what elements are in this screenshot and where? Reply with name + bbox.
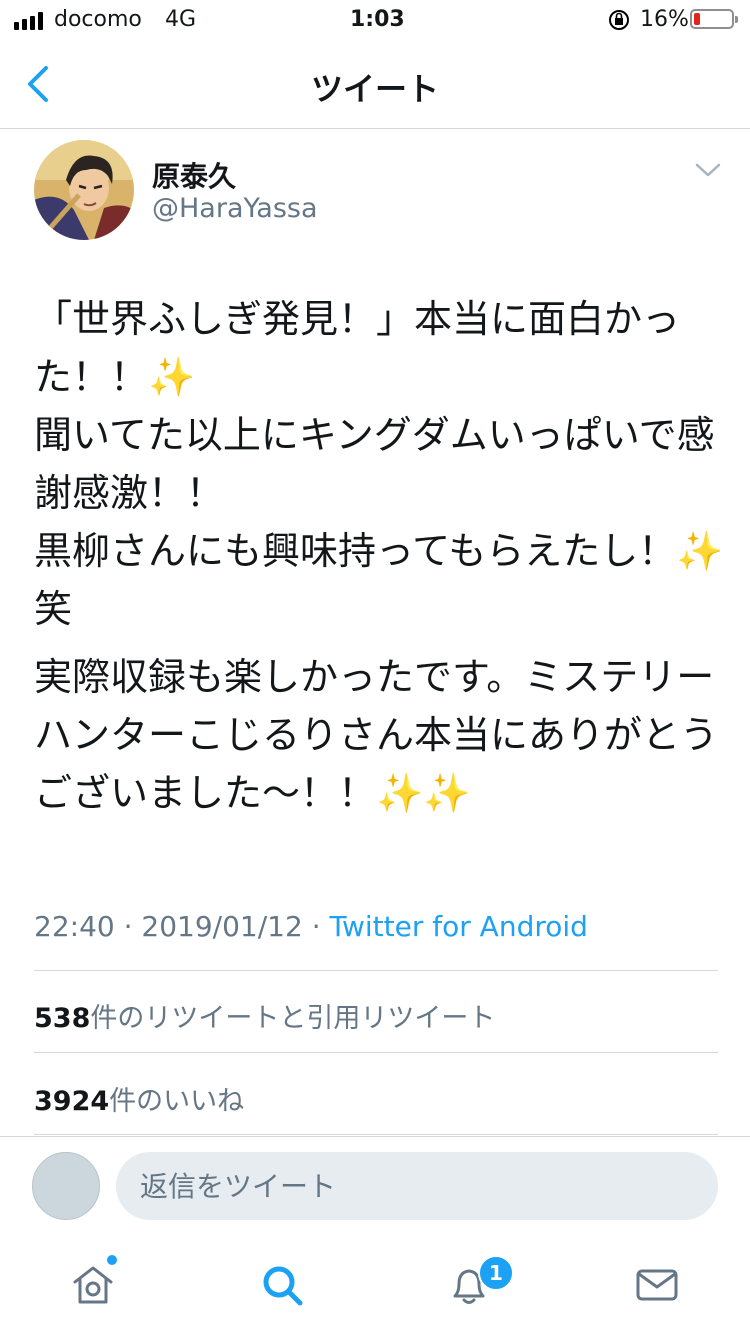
page-title: ツイート (310, 70, 439, 108)
avatar-illustration (34, 140, 134, 240)
author-display-name[interactable]: 原泰久 (152, 155, 236, 195)
likes-count: 3924 (34, 1086, 110, 1117)
retweets-stat[interactable]: 538件のリツイートと引用リツイート (34, 996, 495, 1035)
tweet-text: 「世界ふしぎ発見！」本当に面白かった！！✨ 聞いてた以上にキングダムいっぱいで感… (34, 290, 724, 822)
notification-badge: 1 (478, 1255, 514, 1291)
likes-label: 件のいいね (109, 1086, 245, 1117)
author-handle[interactable]: @HaraYassa (152, 193, 318, 224)
meta-separator: · (123, 910, 133, 943)
navigation-bar: ツイート (0, 40, 750, 129)
likes-stat[interactable]: 3924件のいいね (34, 1079, 244, 1118)
orientation-lock-icon (609, 10, 629, 30)
home-unread-dot (107, 1255, 117, 1265)
retweets-label: 件のリツイートと引用リツイート (90, 1003, 496, 1034)
retweets-count: 538 (34, 1003, 91, 1034)
tweet-date: 2019/01/12 (141, 910, 303, 943)
divider (34, 1052, 718, 1053)
tweet-paragraph: 「世界ふしぎ発見！」本当に面白かった！！✨ 聞いてた以上にキングダムいっぱいで感… (34, 297, 724, 631)
tweet-paragraph: 実際収録も楽しかったです。ミステリーハンターこじるりさん本当にありがとうございま… (34, 655, 719, 815)
search-icon[interactable] (259, 1262, 305, 1308)
messages-icon[interactable] (634, 1262, 680, 1308)
tweet-metadata: 22:40 · 2019/01/12 · Twitter for Android (34, 910, 588, 943)
tweet-time: 22:40 (34, 910, 115, 943)
meta-separator: · (311, 910, 321, 943)
chevron-down-icon[interactable] (694, 160, 722, 180)
battery-percent: 16% (640, 7, 689, 32)
carrier-name: docomo (54, 7, 142, 32)
reply-bar-divider (0, 1136, 750, 1137)
user-avatar[interactable] (32, 1152, 100, 1220)
home-icon[interactable] (70, 1262, 116, 1308)
status-time: 1:03 (350, 7, 405, 32)
battery-icon (690, 9, 738, 29)
divider (34, 970, 718, 971)
network-type: 4G (165, 7, 197, 32)
tweet-source-link[interactable]: Twitter for Android (330, 910, 588, 943)
signal-strength-icon (14, 12, 43, 30)
author-avatar[interactable] (34, 140, 134, 240)
battery-level (694, 13, 700, 25)
divider (34, 1134, 718, 1135)
status-bar: docomo 4G 1:03 16% (0, 0, 750, 40)
reply-input[interactable] (116, 1152, 718, 1220)
